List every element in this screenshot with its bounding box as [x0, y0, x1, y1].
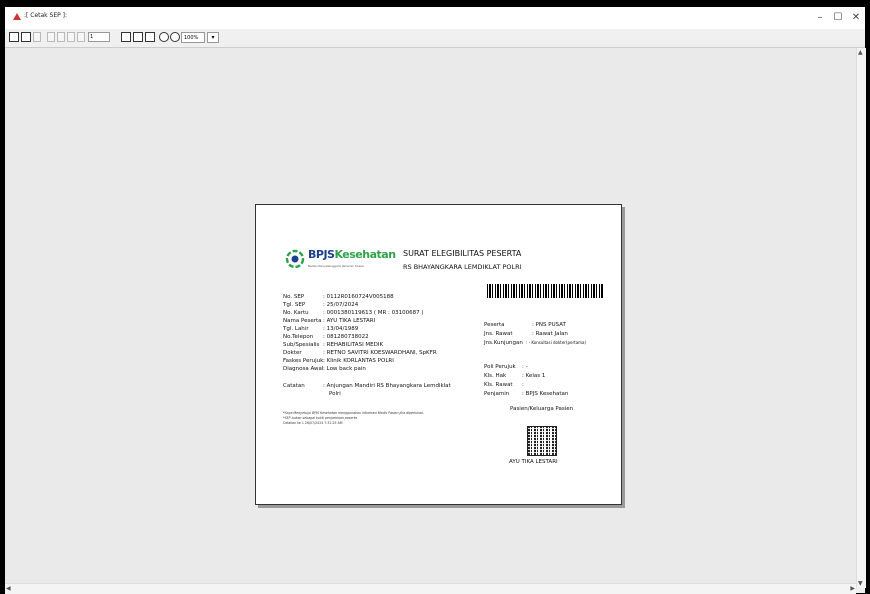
prev-page-icon[interactable]: [57, 32, 65, 42]
field-value: : 25/07/2024: [323, 302, 359, 308]
vertical-scrollbar[interactable]: ▲ ▼: [856, 48, 866, 588]
field-label: Faskes Perujuk: [283, 358, 324, 364]
first-page-icon[interactable]: [47, 32, 55, 42]
sep-note: *SEP bukan sebagai bukti penjaminan pese…: [283, 416, 357, 420]
field-value: : 0001380119613 ( MR : 03100687 ): [323, 310, 424, 316]
sep-document: BPJSKesehatan Badan Penyelenggara Jamina…: [255, 204, 622, 505]
bpjs-logo-icon: [285, 249, 305, 269]
catatan-value: : Anjungan Mandiri RS Bhayangkara Lemdik…: [323, 383, 451, 389]
field-label: Tgl. SEP: [283, 302, 306, 308]
last-page-icon[interactable]: [77, 32, 85, 42]
refresh-icon[interactable]: [33, 32, 41, 42]
field-value: : - Konsultasi dokter(pertama): [526, 340, 587, 345]
catatan-value-cont: Polri: [329, 391, 341, 397]
field-value: :: [522, 382, 524, 388]
field-value: : -: [522, 364, 528, 370]
field-label: No. SEP: [283, 294, 305, 300]
field-label: Nama Peserta: [283, 318, 322, 324]
next-page-icon[interactable]: [67, 32, 75, 42]
field-value: : Kelas 1: [522, 373, 546, 379]
document-subtitle: RS BHAYANGKARA LEMDIKLAT POLRI: [403, 263, 522, 271]
page-number-input[interactable]: 1: [88, 32, 110, 42]
field-value: : 0112R0160724V005188: [323, 294, 394, 300]
report-viewer-window: :[ Cetak SEP ]: – ☐ ✕ 1 100% ▾ BPJSKeseh…: [5, 7, 866, 594]
field-value: : Low back pain: [323, 366, 366, 372]
scroll-down-icon[interactable]: ▼: [858, 580, 863, 587]
qr-code: [527, 426, 557, 456]
zoom-in-icon[interactable]: [159, 32, 169, 42]
field-label: Poli Perujuk: [484, 364, 516, 370]
field-label: Dokter: [283, 350, 302, 356]
barcode: [487, 284, 604, 298]
page-setup-icon[interactable]: [121, 32, 131, 42]
scroll-up-icon[interactable]: ▲: [858, 49, 863, 56]
consent-note: *Saya Menyetujui BPJS Kesehatan mengguna…: [283, 411, 425, 415]
field-value: : 081280738022: [323, 334, 369, 340]
field-label: No.Telepon: [283, 334, 314, 340]
field-value: : 13/04/1989: [323, 326, 359, 332]
window-title: :[ Cetak SEP ]:: [24, 12, 68, 19]
pasien-label: Pasien/Keluarga Pasien: [510, 406, 574, 412]
zoom-out-icon[interactable]: [170, 32, 180, 42]
maximize-icon[interactable]: ☐: [831, 11, 845, 25]
field-label: Tgl. Lahir: [283, 326, 309, 332]
print-icon[interactable]: [21, 32, 31, 42]
field-label: Penjamin: [484, 391, 510, 397]
horizontal-scrollbar[interactable]: ◀ ▶: [5, 583, 856, 594]
document-title: SURAT ELEGIBILITAS PESERTA: [403, 249, 522, 258]
field-label: Sub/Spesialis: [283, 342, 320, 348]
bpjs-logo-text: BPJSKesehatan: [308, 248, 396, 261]
zoom-select[interactable]: 100%: [181, 32, 205, 43]
field-label: Diagnosa Awal: [283, 366, 324, 372]
report-preview-area: BPJSKesehatan Badan Penyelenggara Jamina…: [5, 48, 856, 588]
minimize-icon[interactable]: –: [813, 11, 827, 25]
field-value: : Rawat Jalan: [532, 331, 568, 337]
save-icon[interactable]: [9, 32, 19, 42]
catatan-label: Catatan: [283, 383, 305, 389]
logo-tagline: Badan Penyelenggara Jaminan Sosial: [308, 264, 364, 268]
field-label: Kls. Hak: [484, 373, 507, 379]
field-value: : RETNO SAVITRI KOESWARDHANI, SpKFR: [323, 350, 437, 356]
signature-name: AYU TIKA LESTARI: [509, 459, 558, 465]
page-width-icon[interactable]: [145, 32, 155, 42]
whole-page-icon[interactable]: [133, 32, 143, 42]
field-value: : REHABILITASI MEDIK: [323, 342, 384, 348]
toolbar: 1 100% ▾: [5, 29, 865, 48]
field-value: : Klinik KORLANTAS POLRI: [323, 358, 394, 364]
print-info: Cetakan ke 1 26/07/2024 7:31:25 AM: [283, 421, 343, 425]
chevron-down-icon[interactable]: ▾: [207, 32, 219, 43]
field-label: Peserta: [484, 322, 505, 328]
scroll-left-icon[interactable]: ◀: [6, 585, 11, 592]
field-label: Jns.Kunjungan: [484, 340, 523, 346]
field-label: Kls. Rawat: [484, 382, 513, 388]
field-value: : PNS PUSAT: [532, 322, 566, 328]
title-bar: :[ Cetak SEP ]: – ☐ ✕: [5, 7, 865, 29]
field-label: No. Kartu: [283, 310, 309, 316]
scroll-right-icon[interactable]: ▶: [850, 585, 855, 592]
field-value: : BPJS Kesehatan: [522, 391, 569, 397]
app-icon: [13, 13, 21, 20]
close-icon[interactable]: ✕: [849, 11, 863, 25]
field-label: Jns. Rawat: [484, 331, 513, 337]
field-value: : AYU TIKA LESTARI: [323, 318, 376, 324]
